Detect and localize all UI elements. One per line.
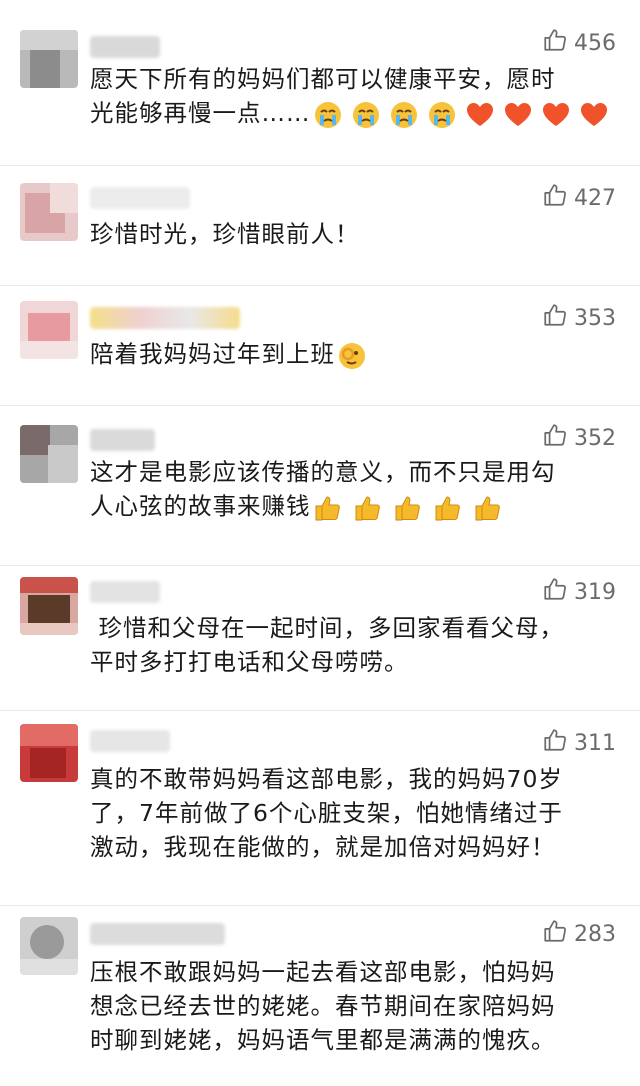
username-blurred[interactable] — [90, 307, 240, 329]
crying-face-icon — [352, 101, 379, 128]
comment-line: 人心弦的故事来赚钱 — [90, 489, 615, 523]
comment-item: 311 真的不敢带妈妈看这部电影，我的妈妈70岁 了，7年前做了6个心脏支架，怕… — [0, 710, 640, 906]
username-blurred[interactable] — [90, 581, 160, 603]
thumbs-up-icon — [475, 495, 500, 520]
username-blurred[interactable] — [90, 730, 170, 752]
heart-icon — [542, 102, 569, 126]
comment-text: 珍惜时光，珍惜眼前人！ — [90, 217, 615, 251]
thumbs-up-outline-icon — [542, 422, 568, 454]
thumbs-up-icon — [395, 495, 420, 520]
comment-line: 激动，我现在能做的，就是加倍对妈妈好！ — [90, 833, 556, 861]
comment-item: 353 陪着我妈妈过年到上班 — [0, 285, 640, 406]
like-count: 311 — [574, 730, 616, 756]
like-count: 283 — [574, 921, 616, 947]
comment-line: 这才是电影应该传播的意义，而不只是用勾 — [90, 458, 556, 486]
like-count: 456 — [574, 30, 616, 56]
like-count: 353 — [574, 305, 616, 331]
comment-item: 319 珍惜和父母在一起时间，多回家看看父母， 平时多打打电话和父母唠唠。 — [0, 565, 640, 711]
crying-face-icon — [390, 101, 417, 128]
avatar[interactable] — [20, 917, 78, 975]
username-blurred[interactable] — [90, 187, 190, 209]
comment-text: 珍惜和父母在一起时间，多回家看看父母， 平时多打打电话和父母唠唠。 — [90, 611, 615, 679]
comment-item: 283 压根不敢跟妈妈一起去看这部电影，怕妈妈 想念已经去世的姥姥。春节期间在家… — [0, 905, 640, 1086]
comment-line: 陪着我妈妈过年到上班 — [90, 337, 615, 371]
like-button[interactable]: 283 — [542, 919, 616, 949]
comment-line: 想念已经去世的姥姥。春节期间在家陪妈妈 — [90, 992, 556, 1020]
comment-text: 这才是电影应该传播的意义，而不只是用勾 人心弦的故事来赚钱 — [90, 455, 615, 523]
comment-line: 珍惜和父母在一起时间，多回家看看父母， — [90, 614, 564, 642]
avatar[interactable] — [20, 301, 78, 359]
crying-face-icon — [428, 101, 455, 128]
comment-text: 压根不敢跟妈妈一起去看这部电影，怕妈妈 想念已经去世的姥姥。春节期间在家陪妈妈 … — [90, 955, 615, 1057]
avatar[interactable] — [20, 30, 78, 88]
avatar[interactable] — [20, 577, 78, 635]
like-button[interactable]: 456 — [542, 28, 616, 58]
thumbs-up-outline-icon — [542, 727, 568, 759]
comment-text: 陪着我妈妈过年到上班 — [90, 337, 615, 371]
username-blurred[interactable] — [90, 923, 225, 945]
comment-line: 平时多打打电话和父母唠唠。 — [90, 648, 409, 676]
avatar[interactable] — [20, 183, 78, 241]
comment-line-text: 光能够再慢一点…… — [90, 99, 311, 127]
comment-item: 427 珍惜时光，珍惜眼前人！ — [0, 165, 640, 286]
heart-icon — [466, 102, 493, 126]
comment-item: 456 愿天下所有的妈妈们都可以健康平安，愿时 光能够再慢一点…… — [0, 0, 640, 166]
heart-icon — [504, 102, 531, 126]
emoji-row — [313, 493, 503, 523]
username-blurred[interactable] — [90, 36, 160, 58]
thumbs-up-outline-icon — [542, 182, 568, 214]
crying-face-icon — [314, 101, 341, 128]
avatar[interactable] — [20, 724, 78, 782]
comment-line: 时聊到姥姥，妈妈语气里都是满满的愧疚。 — [90, 1026, 556, 1054]
comment-text: 愿天下所有的妈妈们都可以健康平安，愿时 光能够再慢一点…… — [90, 62, 615, 130]
like-button[interactable]: 319 — [542, 577, 616, 607]
comment-line-text: 陪着我妈妈过年到上班 — [90, 340, 335, 368]
comment-line: 压根不敢跟妈妈一起去看这部电影，怕妈妈 — [90, 958, 556, 986]
thumbs-up-icon — [315, 495, 340, 520]
comment-line: 光能够再慢一点…… — [90, 96, 615, 130]
thumbs-up-outline-icon — [542, 576, 568, 608]
thumbs-up-outline-icon — [542, 27, 568, 59]
comment-line-text: 人心弦的故事来赚钱 — [90, 492, 311, 520]
like-count: 319 — [574, 579, 616, 605]
like-button[interactable]: 352 — [542, 423, 616, 453]
like-count: 427 — [574, 185, 616, 211]
like-button[interactable]: 427 — [542, 183, 616, 213]
emoji-row — [313, 100, 609, 130]
like-button[interactable]: 311 — [542, 728, 616, 758]
emoji-row — [337, 341, 367, 371]
ok-hand-face-icon — [339, 342, 365, 369]
comment-text: 真的不敢带妈妈看这部电影，我的妈妈70岁 了，7年前做了6个心脏支架，怕她情绪过… — [90, 762, 615, 864]
comment-line: 愿天下所有的妈妈们都可以健康平安，愿时 — [90, 65, 556, 93]
thumbs-up-icon — [435, 495, 460, 520]
heart-icon — [580, 102, 607, 126]
like-count: 352 — [574, 425, 616, 451]
comment-line: 了，7年前做了6个心脏支架，怕她情绪过于 — [90, 799, 563, 827]
thumbs-up-outline-icon — [542, 302, 568, 334]
thumbs-up-outline-icon — [542, 918, 568, 950]
avatar[interactable] — [20, 425, 78, 483]
like-button[interactable]: 353 — [542, 303, 616, 333]
comment-line: 真的不敢带妈妈看这部电影，我的妈妈70岁 — [90, 765, 563, 793]
username-blurred[interactable] — [90, 429, 155, 451]
comment-line: 珍惜时光，珍惜眼前人！ — [90, 220, 360, 248]
comment-item: 352 这才是电影应该传播的意义，而不只是用勾 人心弦的故事来赚钱 — [0, 405, 640, 566]
thumbs-up-icon — [355, 495, 380, 520]
